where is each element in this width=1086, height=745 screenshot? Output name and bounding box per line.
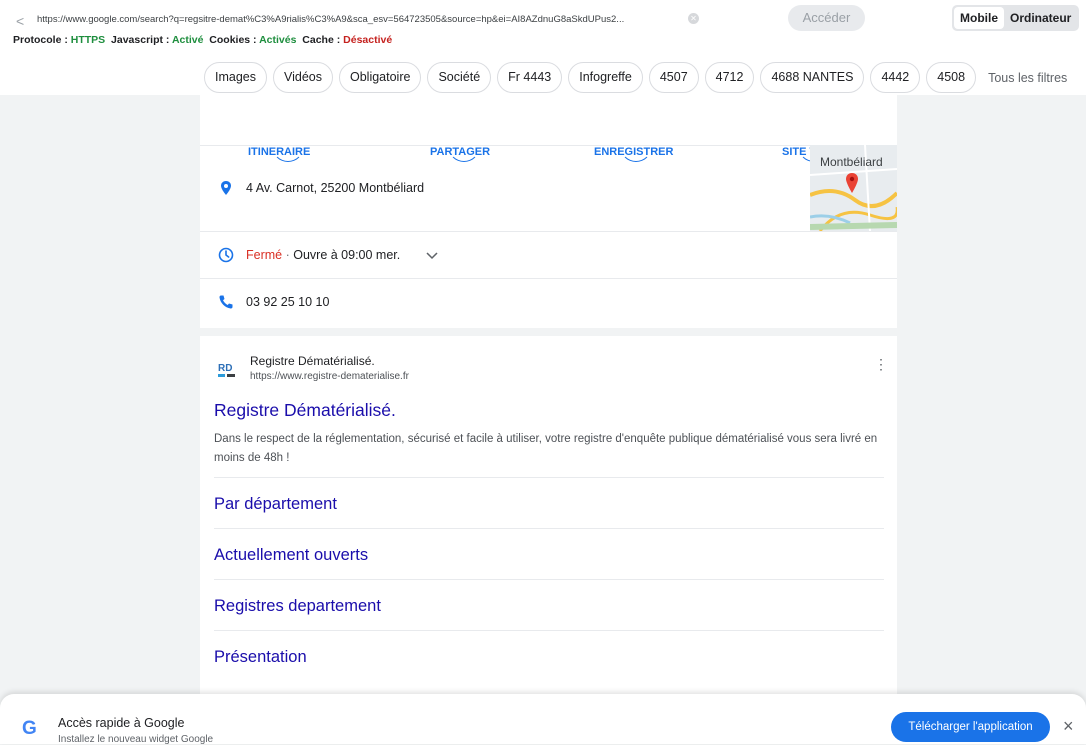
close-icon[interactable]: × [1063,716,1074,737]
chip-videos[interactable]: Vidéos [273,62,333,93]
phone-row[interactable]: 03 92 25 10 10 [200,278,897,329]
url-bar[interactable]: https://www.google.com/search?q=regsitre… [37,14,687,25]
browser-toolbar: < https://www.google.com/search?q=regsit… [0,0,1086,95]
closed-status: Fermé [246,248,283,262]
javascript-label: Javascript : [111,34,170,46]
go-button[interactable]: Accéder [788,5,865,31]
address-text: 4 Av. Carnot, 25200 Montbéliard [246,181,425,195]
site-name[interactable]: Registre Dématérialisé. [250,354,375,368]
view-desktop-button[interactable]: Ordinateur [1004,7,1077,29]
clear-url-icon[interactable]: ✕ [688,13,699,24]
sitelink-label: Actuellement ouverts [214,546,369,564]
sitelink-actuellement-ouverts[interactable]: Actuellement ouverts [214,528,884,580]
status-separator: · [282,248,294,262]
page-info-line: Protocole : HTTPS Javascript : Activé Co… [13,34,392,46]
site-url[interactable]: https://www.registre-dematerialise.fr [250,371,409,382]
sitelink-par-departement[interactable]: Par département [214,477,884,529]
search-filter-chips: Images Vidéos Obligatoire Société Fr 444… [204,62,1067,93]
cache-label: Cache : [302,34,341,46]
app-install-banner: G Accès rapide à Google Installez le nou… [0,694,1086,745]
map-city-label: Montbéliard [820,155,883,169]
local-business-card: ITINERAIRE PARTAGER ENREGISTRER SITE WEB… [200,95,897,328]
chip-4712[interactable]: 4712 [704,62,755,93]
chip-4688-nantes[interactable]: 4688 NANTES [760,62,865,93]
map-marker-icon [846,173,858,193]
chip-infogreffe[interactable]: Infogreffe [568,62,643,93]
all-filters-link[interactable]: Tous les filtres [988,71,1067,85]
sitelink-label: Registres departement [214,597,381,615]
view-mobile-button[interactable]: Mobile [954,7,1004,29]
favicon-text: RD [218,363,232,374]
sitelink-label: Par département [214,495,337,513]
protocol-label: Protocole : [13,34,68,46]
address-row[interactable]: 4 Av. Carnot, 25200 Montbéliard [200,145,897,232]
chip-4442[interactable]: 4442 [870,62,921,93]
map-thumbnail[interactable]: Montbéliard [810,145,897,231]
sitelink-label: Présentation [214,648,307,666]
opening-time: Ouvre à 09:00 mer. [293,248,401,262]
phone-icon [219,295,233,309]
chip-4508[interactable]: 4508 [926,62,977,93]
hours-row[interactable]: Fermé · Ouvre à 09:00 mer. [200,231,897,279]
cache-value: Désactivé [343,34,393,46]
hours-status: Fermé · Ouvre à 09:00 mer. [246,248,400,262]
result-title-link[interactable]: Registre Dématérialisé. [214,400,396,421]
location-pin-icon [221,181,231,195]
back-button[interactable]: < [16,13,24,29]
banner-subtitle: Installez le nouveau widget Google [58,734,214,745]
clock-icon [218,247,234,263]
download-app-button[interactable]: Télécharger l'application [891,712,1050,742]
chevron-down-icon[interactable] [426,252,438,260]
google-logo-icon: G [22,718,37,739]
javascript-value: Activé [171,34,204,46]
chip-societe[interactable]: Société [427,62,492,93]
sitelink-registres-departement[interactable]: Registres departement [214,579,884,631]
phone-number: 03 92 25 10 10 [246,295,330,309]
result-snippet: Dans le respect de la réglementation, sé… [214,433,878,464]
cookies-label: Cookies : [209,34,257,46]
cookies-value: Activés [259,34,297,46]
chip-4507[interactable]: 4507 [648,62,699,93]
site-favicon: RD [218,363,235,377]
protocol-value: HTTPS [70,34,106,46]
sitelink-presentation[interactable]: Présentation [214,630,884,682]
banner-title: Accès rapide à Google [58,716,185,730]
view-mode-toggle: Mobile Ordinateur [952,5,1080,31]
chip-fr-4443[interactable]: Fr 4443 [497,62,563,93]
chip-images[interactable]: Images [204,62,267,93]
chip-obligatoire[interactable]: Obligatoire [339,62,422,93]
more-options-icon[interactable]: ⋮ [874,357,888,371]
search-result-card: RD Registre Dématérialisé. https://www.r… [200,336,897,696]
